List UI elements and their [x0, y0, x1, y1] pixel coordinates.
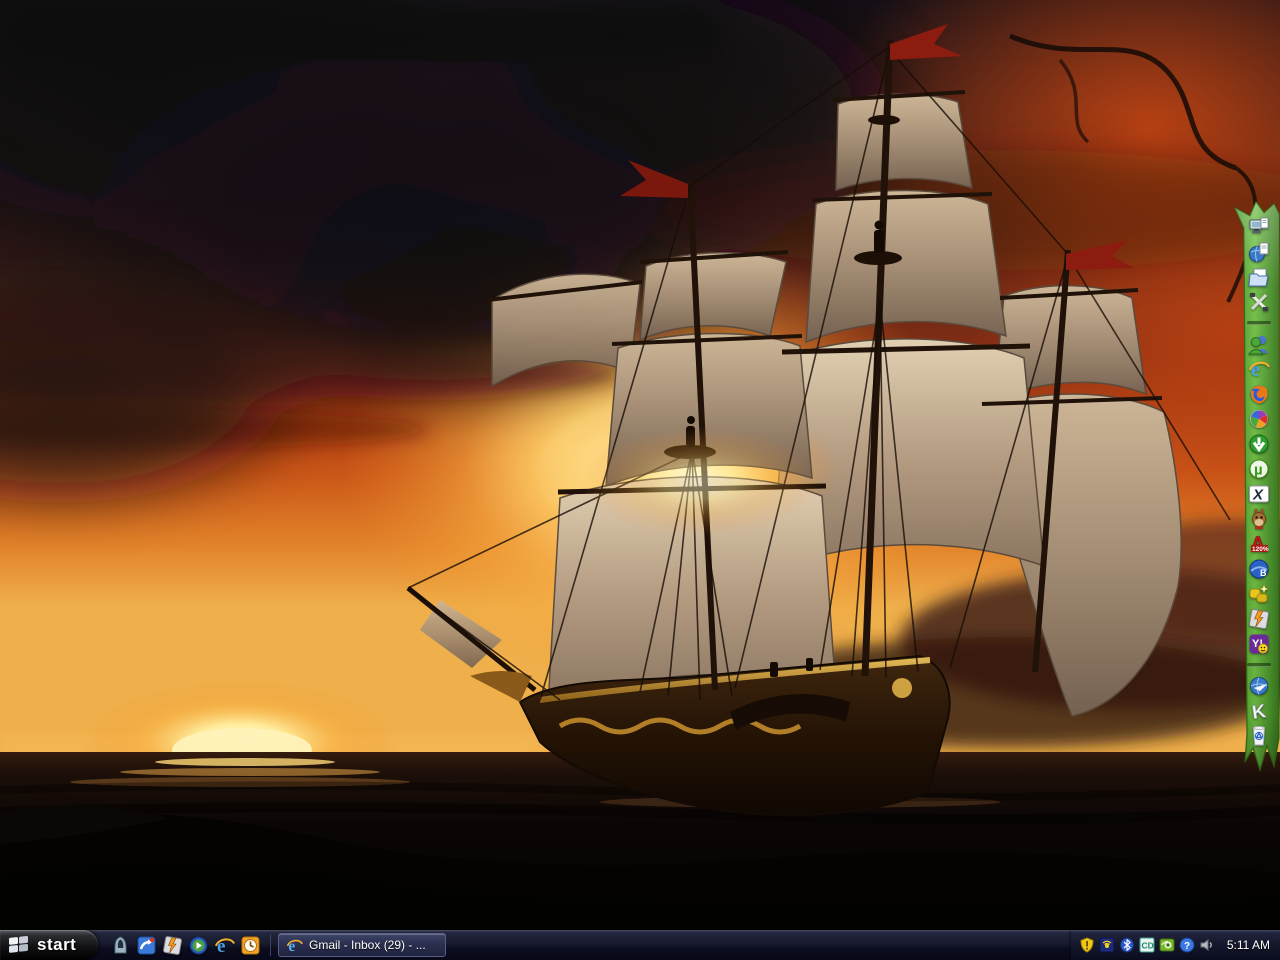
k-codec-icon[interactable]: K: [1248, 700, 1270, 722]
security-shield-icon[interactable]: [1079, 937, 1095, 953]
xfire-icon[interactable]: X: [1248, 483, 1270, 505]
globe-documents-icon[interactable]: [1248, 241, 1270, 263]
wallpaper-art: [0, 0, 1280, 930]
folder-documents-icon[interactable]: [1248, 266, 1270, 288]
clock-app-icon[interactable]: [240, 935, 261, 956]
internet-explorer-icon[interactable]: e: [1248, 358, 1270, 380]
utorrent-icon[interactable]: µ: [1248, 458, 1270, 480]
winamp-icon[interactable]: [162, 935, 183, 956]
svg-text:µ: µ: [1254, 462, 1263, 479]
svg-text:CD: CD: [1141, 941, 1153, 951]
svg-text:B: B: [1260, 568, 1267, 578]
hooded-figure-icon[interactable]: [110, 935, 131, 956]
recycle-cup-icon[interactable]: [1248, 725, 1270, 747]
yahoo-messenger-icon[interactable]: Y!: [1248, 633, 1270, 655]
tray-clock[interactable]: 5:11 AM: [1227, 938, 1270, 952]
svg-text:X: X: [1252, 487, 1264, 504]
quick-launch: e: [110, 935, 261, 956]
help-icon[interactable]: ?: [1179, 937, 1195, 953]
window-button-label: Gmail - Inbox (29) - ...: [309, 938, 426, 952]
messenger-icon[interactable]: [136, 935, 157, 956]
svg-text:K: K: [1251, 701, 1268, 722]
internet-explorer-icon: e: [286, 937, 303, 954]
computer-documents-icon[interactable]: [1248, 216, 1270, 238]
nvidia-icon[interactable]: [1159, 937, 1175, 953]
system-tray: CD ? 5:11 AM: [1070, 930, 1280, 960]
volume-icon[interactable]: [1199, 937, 1215, 953]
bsplayer-globe-icon[interactable]: B: [1248, 558, 1270, 580]
firefox-icon[interactable]: [1248, 383, 1270, 405]
internet-explorer-icon[interactable]: e: [214, 935, 235, 956]
emule-donkey-icon[interactable]: [1248, 508, 1270, 530]
desktop[interactable]: e µ X A 120% B Y! K: [0, 0, 1280, 930]
dock-divider: [1247, 321, 1271, 325]
picasa-icon[interactable]: [1248, 408, 1270, 430]
winamp-icon[interactable]: [1248, 608, 1270, 630]
taskbar-window-gmail[interactable]: e Gmail - Inbox (29) - ...: [278, 933, 446, 957]
media-player-icon[interactable]: [188, 935, 209, 956]
taskbar: start e e Gmail - Inbox (29) - ... CD ? …: [0, 930, 1280, 960]
start-button[interactable]: start: [0, 930, 98, 960]
start-label: start: [37, 935, 77, 954]
bluetooth-icon[interactable]: [1119, 937, 1135, 953]
dock-divider: [1247, 663, 1271, 667]
globe-tools-icon[interactable]: [1248, 675, 1270, 697]
taskbar-separator: [270, 934, 271, 956]
wireless-signal-icon[interactable]: [1099, 937, 1115, 953]
cd-player-icon[interactable]: CD: [1139, 937, 1155, 953]
user-accounts-icon[interactable]: [1248, 333, 1270, 355]
app-dock: e µ X A 120% B Y! K: [1234, 200, 1280, 778]
windows-flag-icon: [9, 936, 28, 953]
svg-text:?: ?: [1184, 941, 1190, 952]
crossed-tools-icon[interactable]: [1248, 291, 1270, 313]
download-arrow-icon[interactable]: [1248, 433, 1270, 455]
svg-text:120%: 120%: [1252, 546, 1269, 553]
yellow-keys-icon[interactable]: [1248, 583, 1270, 605]
alcohol-120-icon[interactable]: A 120%: [1248, 533, 1270, 555]
